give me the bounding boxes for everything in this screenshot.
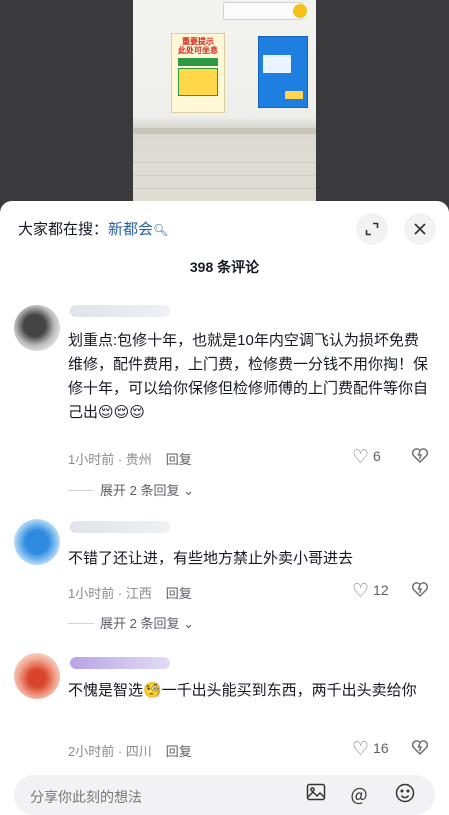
chevron-down-icon: ⌄ xyxy=(179,616,194,631)
expand-replies[interactable]: 展开 2 条回复 ⌄ xyxy=(68,480,194,499)
wall-ac-unit xyxy=(223,2,303,20)
search-prefix: 大家都在搜： xyxy=(18,221,109,238)
comment-meta: 2小时前 · 四川 回复 xyxy=(68,741,192,760)
like-button[interactable]: ♡ 6 xyxy=(352,446,381,469)
time-location: 2小时前 · 四川 xyxy=(68,744,152,759)
heart-icon: ♡ xyxy=(352,447,370,468)
comment-sheet: 大家都在搜：新都会🔍︎ 398 条评论 划重点:包修十年，也就是10年内空调飞认… xyxy=(0,201,449,800)
comment-count: 398 条评论 xyxy=(189,259,260,275)
dislike-button[interactable] xyxy=(411,738,429,761)
comment-meta: 1小时前 · 江西 回复 xyxy=(68,583,192,602)
comment-input-bar[interactable]: 分享你此刻的想法 ＠ xyxy=(14,775,435,815)
comment-input-placeholder[interactable]: 分享你此刻的想法 xyxy=(30,787,142,807)
comment-meta: 1小时前 · 贵州 回复 xyxy=(68,449,192,468)
dislike-button[interactable] xyxy=(411,580,429,603)
like-button[interactable]: ♡ 12 xyxy=(352,580,389,603)
comment-text: 不错了还让进，有些地方禁止外卖小哥进去 xyxy=(68,550,354,567)
expand-replies[interactable]: 展开 2 条回复 ⌄ xyxy=(68,613,194,632)
heart-icon: ♡ xyxy=(352,739,370,760)
sun-sticker xyxy=(293,4,307,18)
username-blurred[interactable] xyxy=(70,305,170,317)
search-icon: 🔍︎ xyxy=(153,223,169,237)
comment-text: 不愧是智选🧐一千出头能买到东西，两千出头卖给你 xyxy=(68,682,417,699)
heart-icon: ♡ xyxy=(352,581,370,602)
image-icon[interactable] xyxy=(306,783,326,806)
avatar[interactable] xyxy=(14,519,60,565)
dislike-button[interactable] xyxy=(411,446,429,469)
reply-button[interactable]: 回复 xyxy=(166,744,192,759)
search-suggestion[interactable]: 大家都在搜：新都会🔍︎ xyxy=(18,218,168,239)
search-keyword[interactable]: 新都会 xyxy=(108,221,153,238)
like-count: 12 xyxy=(373,582,389,598)
close-button[interactable] xyxy=(404,213,436,245)
dislike-icon xyxy=(411,582,429,598)
username-blurred[interactable] xyxy=(70,657,170,669)
notice-poster: 重要提示 此处可坐息 xyxy=(171,33,225,113)
time-location: 1小时前 · 江西 xyxy=(68,586,152,601)
reply-button[interactable]: 回复 xyxy=(166,452,192,467)
like-button[interactable]: ♡ 16 xyxy=(352,738,389,761)
username-blurred[interactable] xyxy=(70,521,170,533)
expand-button[interactable] xyxy=(356,213,388,245)
time-location: 1小时前 · 贵州 xyxy=(68,452,152,467)
like-count: 6 xyxy=(373,448,381,464)
avatar[interactable] xyxy=(14,305,60,351)
video-player[interactable]: 重要提示 此处可坐息 xyxy=(0,0,449,212)
dislike-icon xyxy=(411,448,429,464)
avatar[interactable] xyxy=(14,653,60,699)
expand-icon xyxy=(365,222,379,236)
ac-ad-poster xyxy=(258,36,308,108)
comment-text: 划重点:包修十年，也就是10年内空调飞认为损坏免费维修，配件费用，上门费，检修费… xyxy=(68,332,429,421)
chevron-down-icon: ⌄ xyxy=(179,483,194,498)
close-icon xyxy=(414,223,426,235)
reply-button[interactable]: 回复 xyxy=(166,586,192,601)
mention-icon[interactable]: ＠ xyxy=(350,783,368,809)
emoji-icon[interactable] xyxy=(395,783,415,808)
dislike-icon xyxy=(411,740,429,756)
video-frame: 重要提示 此处可坐息 xyxy=(133,0,316,212)
like-count: 16 xyxy=(373,740,389,756)
